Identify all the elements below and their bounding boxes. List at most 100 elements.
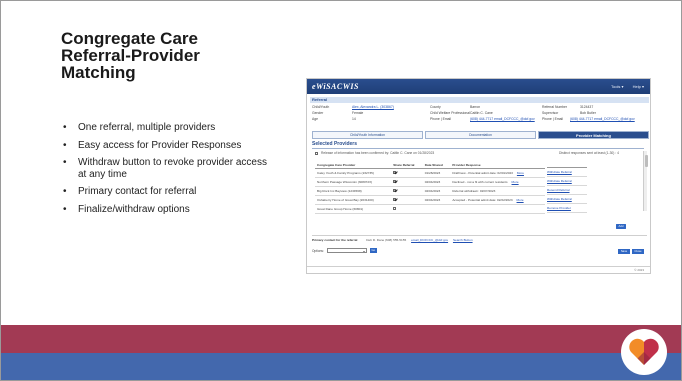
save-button[interactable]: Save <box>618 249 630 254</box>
date-shared: 02/04/2023 <box>422 195 451 205</box>
bullet-item: Finalize/withdraw options <box>61 204 276 216</box>
decorative-band-red <box>1 325 681 353</box>
field-label: Phone | Email <box>430 117 452 121</box>
column-header: Share Referral <box>391 159 423 169</box>
field-label: Child/Youth <box>312 105 330 109</box>
tab-provider-matching[interactable]: Provider Matching <box>538 131 649 139</box>
field-label: Gender <box>312 111 324 115</box>
referral-info: Child/Youth Alex, Alexandra L. (303867) … <box>312 105 649 127</box>
provider-name: Oshaberry Home of Great Bay (2031400) <box>315 195 392 205</box>
field-label: County <box>430 105 441 109</box>
share-checkbox[interactable] <box>393 197 397 201</box>
providers-table: Congregate Care Provider Share Referral … <box>315 159 545 214</box>
bullet-item: One referral, multiple providers <box>61 122 276 134</box>
share-checkbox[interactable] <box>393 170 397 174</box>
more-link[interactable]: More <box>517 198 524 202</box>
slide-title: Congregate Care Referral-Provider Matchi… <box>61 29 200 82</box>
heart-logo-icon <box>621 329 667 375</box>
field-value: 14 <box>352 117 356 121</box>
provider-response: Declined - not a fit with current reside… <box>452 179 508 184</box>
tab-documentation[interactable]: Documentation <box>425 131 536 139</box>
tab-bar: Child/Youth Information Documentation Pr… <box>312 131 649 139</box>
date-shared: 01/28/2023 <box>422 168 451 178</box>
bullet-item: Primary contact for referral <box>61 186 276 198</box>
date-shared <box>422 204 451 214</box>
withdraw-referral-link[interactable]: Withdraw Referral <box>547 177 587 186</box>
bottom-buttons: Save Close <box>618 249 644 254</box>
field-label: Referral Number <box>542 105 568 109</box>
app-logo: eWiSACWIS <box>312 82 359 91</box>
provider-name: Northern Passage Wisconsin (308072X) <box>315 177 392 187</box>
field-value: Female <box>352 111 364 115</box>
response-count-info: Distinct responses sent at least (1-30) … <box>559 151 619 155</box>
slide: Congregate Care Referral-Provider Matchi… <box>0 0 682 381</box>
table-row: Great Dane Group Home (60801) <box>315 204 545 214</box>
provider-name: Big Rock Inc Bayview (1234568) <box>315 186 392 196</box>
column-header: Date Shared <box>422 159 451 169</box>
release-text: Release of information has been confirme… <box>321 151 435 155</box>
options-row: Options: Go <box>312 248 377 253</box>
search-button[interactable]: Search Button <box>453 238 473 242</box>
email-link[interactable]: (608) 444-7717 email_DCFCCC_@dcf.gov <box>570 117 635 121</box>
tools-menu[interactable]: Tools ▾ <box>611 84 623 89</box>
provider-response: Draft/new - Potential admit date: 02/01/… <box>452 170 513 175</box>
more-link[interactable]: More <box>512 180 519 184</box>
decorative-band-blue <box>1 353 681 380</box>
field-label: Supervisor <box>542 111 559 115</box>
help-menu[interactable]: Help ▾ <box>633 84 644 89</box>
share-checkbox[interactable] <box>393 179 397 183</box>
provider-response: Referral withdrawn: 02/07/2023 <box>452 188 496 193</box>
scrollbar-thumb[interactable] <box>644 155 648 167</box>
action-column: Withdraw Referral Withdraw Referral Rese… <box>547 159 587 213</box>
referral-section-header: Referral <box>310 97 649 103</box>
table-row: Northern Passage Wisconsin (308072X) 02/… <box>315 177 545 187</box>
date-shared: 02/04/2023 <box>422 177 451 187</box>
email-link[interactable]: (608) 444-7717 email_DCFCCC_@dcf.gov <box>470 117 535 121</box>
resend-referral-link[interactable]: Resend Referral <box>547 186 587 195</box>
withdraw-referral-link[interactable]: Withdraw Referral <box>547 195 587 204</box>
release-checkbox[interactable] <box>315 151 318 155</box>
field-label: Child Welfare Professional <box>430 111 470 115</box>
provider-response: Accepted - Potential admit date: 02/22/2… <box>452 197 513 202</box>
action-header <box>547 159 587 168</box>
column-header: Provider Response <box>450 159 545 169</box>
more-link[interactable]: More <box>517 171 524 175</box>
primary-contact-row: Primary contact for the referral Deb D. … <box>312 235 647 242</box>
primary-contact-text: Deb D. Dane (608) 555-5155 <box>366 238 407 242</box>
options-select[interactable] <box>326 248 367 253</box>
tab-child-youth-information[interactable]: Child/Youth Information <box>312 131 423 139</box>
options-label: Options: <box>312 248 324 253</box>
divider <box>312 148 644 149</box>
app-header: eWiSACWIS Tools ▾ Help ▾ <box>307 79 650 94</box>
table-row: Big Rock Inc Bayview (1234568) 02/04/202… <box>315 186 545 196</box>
table-row: Oshaberry Home of Great Bay (2031400) 02… <box>315 195 545 205</box>
field-value: 3124437 <box>580 105 594 109</box>
field-value: Bob Butler <box>580 111 596 115</box>
primary-contact-label: Primary contact for the referral <box>312 238 358 242</box>
remove-provider-link[interactable]: Remove Provider <box>547 204 587 213</box>
field-label: Age <box>312 117 319 121</box>
field-value: Caitlin C. Cane <box>470 111 493 115</box>
withdraw-referral-link[interactable]: Withdraw Referral <box>547 168 587 177</box>
date-shared: 02/04/2023 <box>422 186 451 196</box>
close-button[interactable]: Close <box>632 249 644 254</box>
bullet-item: Easy access for Provider Responses <box>61 140 276 152</box>
child-youth-link[interactable]: Alex, Alexandra L. (303867) <box>352 105 394 109</box>
primary-contact-email[interactable]: email_DCFCCC_@dcf.gov <box>411 238 448 242</box>
share-checkbox[interactable] <box>393 188 397 192</box>
column-header: Congregate Care Provider <box>315 159 392 169</box>
provider-name: Great Dane Group Home (60801) <box>315 204 392 214</box>
add-button[interactable]: Add <box>616 224 626 229</box>
heart-icon <box>629 338 659 365</box>
app-footer: © 2023 <box>307 266 650 273</box>
app-nav: Tools ▾ Help ▾ <box>603 84 644 89</box>
go-button[interactable]: Go <box>369 248 377 253</box>
release-confirmation: Release of information has been confirme… <box>315 151 434 155</box>
bullet-list: One referral, multiple providers Easy ac… <box>61 122 276 221</box>
provider-name: Caley Youth & Family Programs (232735) <box>315 168 392 178</box>
scrollbar[interactable] <box>643 151 648 211</box>
table-row: Caley Youth & Family Programs (232735) 0… <box>315 168 545 178</box>
field-label: Phone | Email <box>542 117 564 121</box>
share-checkbox[interactable] <box>393 206 397 210</box>
embedded-screenshot: eWiSACWIS Tools ▾ Help ▾ Referral Child/… <box>306 78 651 274</box>
